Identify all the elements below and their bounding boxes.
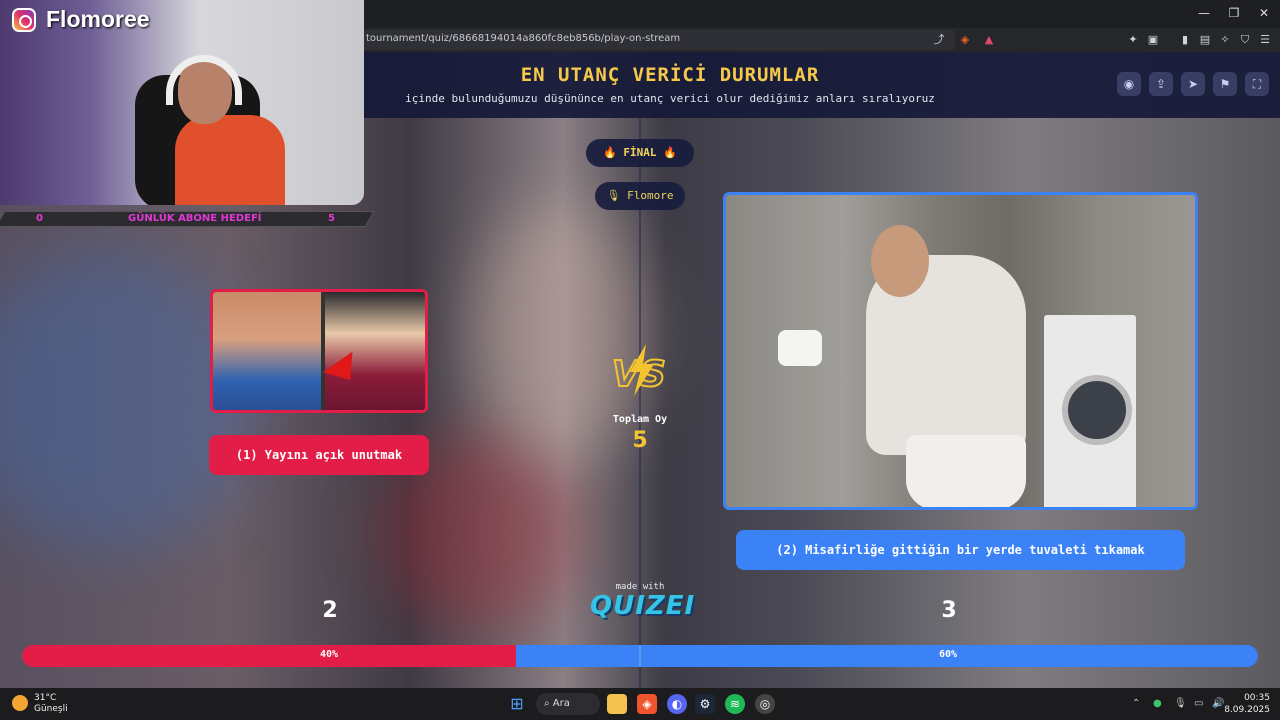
webcam-overlay: Flomoree	[0, 0, 364, 205]
total-votes-label: Toplam Oy	[612, 414, 668, 425]
send-icon[interactable]: ➤	[1181, 72, 1205, 96]
headphone-icon	[166, 55, 242, 105]
streamer-body	[175, 115, 285, 205]
goal-current: 0	[36, 213, 43, 224]
page-subtitle: içinde bulunduğumuzu düşününce en utanç …	[405, 92, 935, 105]
start-icon[interactable]: ⊞	[507, 694, 527, 714]
wallet-icon[interactable]: ▤	[1198, 33, 1212, 47]
taskbar-clock[interactable]: 00:35 8.09.2025	[1224, 692, 1270, 716]
weather-temp: 31°C	[34, 693, 57, 703]
option-1-photo-left	[213, 292, 321, 410]
round-badge: 🔥 FİNAL 🔥	[586, 139, 694, 167]
progress-center-mark	[639, 645, 641, 667]
streamer-brand: Flomoree	[46, 6, 150, 32]
instagram-icon	[12, 8, 36, 32]
flag-icon[interactable]: ⚑	[1213, 72, 1237, 96]
toilet-paper-roll	[778, 330, 822, 366]
tabs-icon[interactable]: ▣	[1146, 33, 1160, 47]
clock-date: 8.09.2025	[1224, 705, 1270, 715]
url-text: tournament/quiz/68668194014a860fc8eb856b…	[366, 33, 681, 44]
file-explorer-icon[interactable]	[607, 694, 627, 714]
windows-taskbar: 31°C Güneşli ⊞ ⌕ Ara ◈ ◐ ⚙ ≋ ◎ ⌃ ● 🎙 ▭ 🔊…	[0, 688, 1280, 720]
washing-machine-door	[1062, 375, 1132, 445]
option-1-percent: 40%	[320, 649, 339, 660]
spotify-icon[interactable]: ≋	[725, 694, 745, 714]
option-1-button[interactable]: (1) Yayını açık unutmak	[209, 435, 429, 475]
url-field[interactable]: tournament/quiz/68668194014a860fc8eb856b…	[360, 30, 955, 50]
share-icon[interactable]: ⇪	[1149, 72, 1173, 96]
clock-time: 00:35	[1244, 693, 1270, 703]
share-page-icon[interactable]: ⤴	[932, 33, 946, 47]
discord-icon[interactable]: ◐	[667, 694, 687, 714]
option-1-progress	[22, 645, 517, 667]
extensions-icon[interactable]: ✦	[1126, 33, 1140, 47]
brave-rewards-icon[interactable]: ▲	[982, 33, 996, 47]
tray-expand-icon[interactable]: ⌃	[1132, 698, 1140, 709]
goal-target: 5	[328, 213, 335, 224]
brave-icon[interactable]: ◈	[637, 694, 657, 714]
leo-icon[interactable]: ✧	[1218, 33, 1232, 47]
brave-shield-icon[interactable]: ◈	[958, 33, 972, 47]
taskbar-search[interactable]: ⌕ Ara	[536, 693, 600, 715]
obs-icon[interactable]: ◎	[755, 694, 775, 714]
status-icon[interactable]: ●	[1153, 698, 1162, 709]
menu-icon[interactable]: ☰	[1258, 33, 1272, 47]
fullscreen-icon[interactable]: ⛶	[1245, 72, 1269, 96]
host-badge: 🎙 Flomore	[595, 182, 685, 210]
quizei-logo[interactable]: QUIZEI	[590, 591, 694, 621]
option-1-photo-right	[325, 292, 425, 410]
weather-desc: Güneşli	[34, 704, 68, 714]
man-head	[871, 225, 929, 297]
vpn-icon[interactable]: ⛉	[1238, 33, 1252, 47]
volume-icon[interactable]: 🔊	[1212, 698, 1224, 709]
page-title: EN UTANÇ VERİCİ DURUMLAR	[520, 64, 820, 86]
search-icon: ⌕	[544, 698, 553, 709]
network-icon[interactable]: ▭	[1194, 698, 1203, 709]
minimize-button[interactable]: —	[1194, 6, 1214, 20]
microphone-icon[interactable]: 🎙	[1174, 698, 1187, 709]
goal-label: GÜNLÜK ABONE HEDEFİ	[128, 213, 262, 224]
option-2-button[interactable]: (2) Misafirliğe gittiğin bir yerde tuval…	[736, 530, 1185, 570]
sidebar-icon[interactable]: ▮	[1178, 33, 1192, 47]
toilet	[906, 435, 1026, 507]
option-2-percent: 60%	[939, 649, 958, 660]
search-label: Ara	[552, 698, 570, 709]
sun-icon	[12, 695, 28, 711]
option-1-votes: 2	[322, 598, 338, 623]
maximize-button[interactable]: ❐	[1224, 6, 1244, 20]
option-2-image[interactable]	[723, 192, 1198, 510]
option-2-votes: 3	[941, 598, 957, 623]
vote-progress-bar: 40% 60%	[22, 645, 1258, 667]
eye-icon[interactable]: ◉	[1117, 72, 1141, 96]
close-button[interactable]: ✕	[1254, 6, 1274, 20]
option-1-image[interactable]	[210, 289, 428, 413]
total-votes-value: 5	[632, 428, 648, 453]
vs-icon: VS	[611, 344, 667, 396]
steam-icon[interactable]: ⚙	[695, 694, 715, 714]
